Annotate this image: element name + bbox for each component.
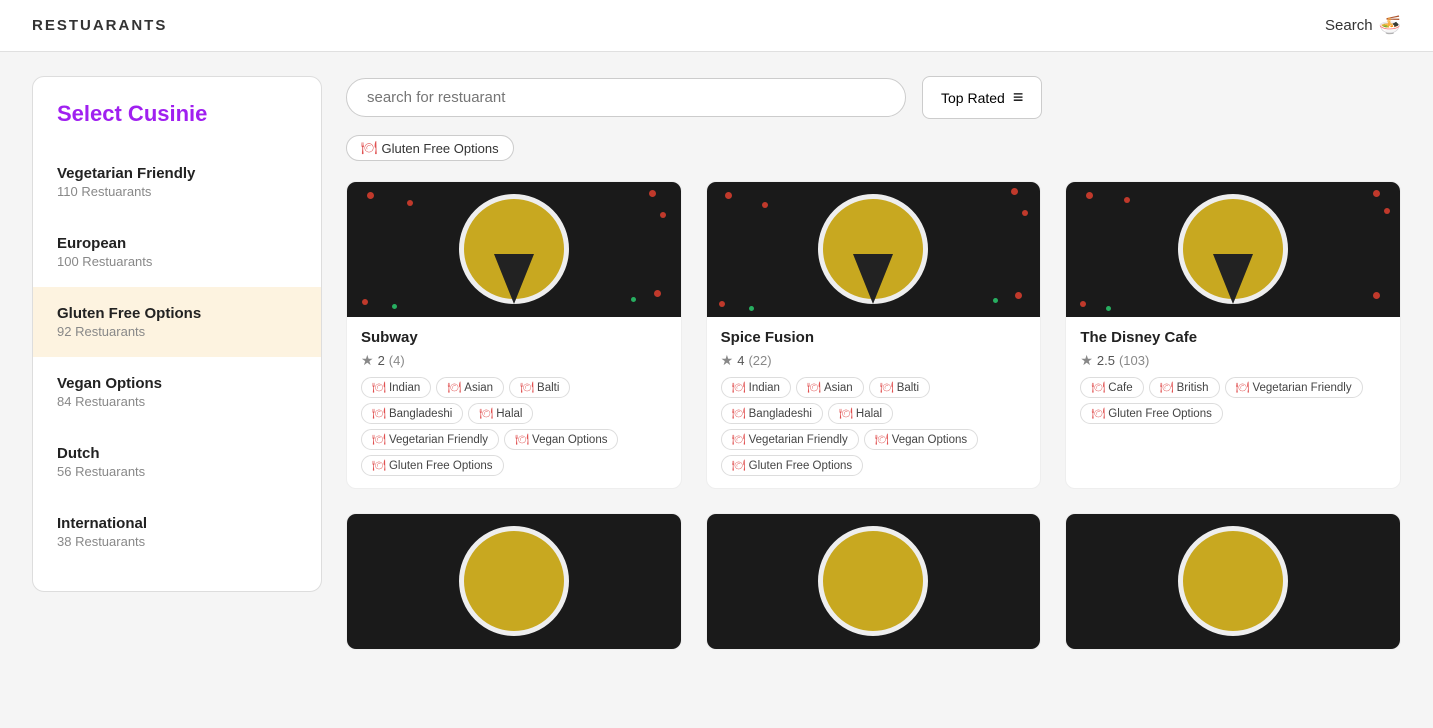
steam-icon: 🍜: [1379, 15, 1401, 36]
tag-indian[interactable]: 🍽Indian: [721, 377, 791, 398]
rating-count: (22): [748, 353, 771, 368]
tag-icon: 🍽: [732, 381, 746, 394]
restaurant-grid: Subway ★ 2 (4) 🍽Indian 🍽Asian 🍽Balti 🍽Ba…: [346, 181, 1401, 650]
tag-veg-friendly[interactable]: 🍽Vegetarian Friendly: [721, 429, 859, 450]
tag-icon: 🍽: [447, 381, 461, 394]
rating-count: (4): [389, 353, 405, 368]
sort-button[interactable]: Top Rated ≡: [922, 76, 1042, 119]
sidebar-item-international[interactable]: International 38 Restuarants: [33, 497, 321, 567]
restaurant-img-disney-cafe: [1066, 182, 1400, 317]
restaurant-img-bottom-1: [347, 514, 681, 649]
sidebar-item-gluten-free[interactable]: Gluten Free Options 92 Restuarants: [33, 287, 321, 357]
tag-bangladeshi[interactable]: 🍽Bangladeshi: [361, 403, 463, 424]
active-filter-tag[interactable]: 🍽 Gluten Free Options: [346, 135, 514, 161]
search-label: Search: [1325, 17, 1373, 34]
tag-icon: 🍽: [1236, 381, 1250, 394]
tag-icon: 🍽: [372, 381, 386, 394]
tag-icon: 🍽: [479, 407, 493, 420]
restaurant-card-spice-fusion[interactable]: Spice Fusion ★ 4 (22) 🍽Indian 🍽Asian 🍽Ba…: [706, 181, 1042, 489]
restaurant-card-subway[interactable]: Subway ★ 2 (4) 🍽Indian 🍽Asian 🍽Balti 🍽Ba…: [346, 181, 682, 489]
tag-bangladeshi[interactable]: 🍽Bangladeshi: [721, 403, 823, 424]
tag-halal[interactable]: 🍽Halal: [828, 403, 893, 424]
restaurant-name-disney-cafe: The Disney Cafe: [1080, 329, 1386, 346]
sidebar-item-european[interactable]: European 100 Restuarants: [33, 217, 321, 287]
tag-icon: 🍽: [1091, 381, 1105, 394]
sidebar-item-dutch[interactable]: Dutch 56 Restuarants: [33, 427, 321, 497]
tag-indian[interactable]: 🍽Indian: [361, 377, 431, 398]
rating-value: 2.5: [1097, 353, 1115, 368]
content-area: Top Rated ≡ 🍽 Gluten Free Options: [346, 76, 1401, 704]
sort-icon: ≡: [1013, 87, 1024, 108]
tag-balti[interactable]: 🍽Balti: [869, 377, 930, 398]
tag-icon: 🍽: [372, 459, 386, 472]
rating-value: 2: [378, 353, 385, 368]
restaurant-name-subway: Subway: [361, 329, 667, 346]
sort-label: Top Rated: [941, 90, 1005, 106]
restaurant-rating-disney-cafe: ★ 2.5 (103): [1080, 352, 1386, 369]
tag-icon: 🍽: [372, 407, 386, 420]
rating-value: 4: [737, 353, 744, 368]
tag-icon: 🍽: [875, 433, 889, 446]
tag-icon: 🍽: [1160, 381, 1174, 394]
star-icon: ★: [721, 352, 734, 369]
disney-cafe-tags: 🍽Cafe 🍽British 🍽Vegetarian Friendly 🍽Glu…: [1080, 377, 1386, 424]
filter-tag-icon: 🍽: [361, 140, 378, 156]
restaurant-info-spice-fusion: Spice Fusion ★ 4 (22) 🍽Indian 🍽Asian 🍽Ba…: [707, 317, 1041, 488]
tag-icon: 🍽: [515, 433, 529, 446]
filter-row: 🍽 Gluten Free Options: [346, 135, 1401, 161]
sidebar-heading: Select Cusinie: [33, 101, 321, 147]
tag-icon: 🍽: [732, 433, 746, 446]
tag-icon: 🍽: [372, 433, 386, 446]
tag-balti[interactable]: 🍽Balti: [509, 377, 570, 398]
restaurant-info-disney-cafe: The Disney Cafe ★ 2.5 (103) 🍽Cafe 🍽Briti…: [1066, 317, 1400, 436]
tag-icon: 🍽: [520, 381, 534, 394]
subway-tags: 🍽Indian 🍽Asian 🍽Balti 🍽Bangladeshi 🍽Hala…: [361, 377, 667, 476]
restaurant-img-spice-fusion: [707, 182, 1041, 317]
tag-icon: 🍽: [839, 407, 853, 420]
tag-gluten[interactable]: 🍽Gluten Free Options: [361, 455, 504, 476]
sidebar: Select Cusinie Vegetarian Friendly 110 R…: [32, 76, 322, 592]
restaurant-info-subway: Subway ★ 2 (4) 🍽Indian 🍽Asian 🍽Balti 🍽Ba…: [347, 317, 681, 488]
restaurant-rating-subway: ★ 2 (4): [361, 352, 667, 369]
restaurant-card-bottom-2[interactable]: [706, 513, 1042, 650]
restaurant-card-disney-cafe[interactable]: The Disney Cafe ★ 2.5 (103) 🍽Cafe 🍽Briti…: [1065, 181, 1401, 489]
restaurant-img-bottom-2: [707, 514, 1041, 649]
header-search-button[interactable]: Search 🍜: [1325, 15, 1401, 36]
restaurant-card-bottom-1[interactable]: [346, 513, 682, 650]
tag-icon: 🍽: [1091, 407, 1105, 420]
rating-count: (103): [1119, 353, 1149, 368]
tag-icon: 🍽: [807, 381, 821, 394]
star-icon: ★: [1080, 352, 1093, 369]
tag-icon: 🍽: [880, 381, 894, 394]
restaurant-img-bottom-3: [1066, 514, 1400, 649]
tag-asian[interactable]: 🍽Asian: [796, 377, 864, 398]
tag-vegan[interactable]: 🍽Vegan Options: [864, 429, 978, 450]
header: RESTUARANTS Search 🍜: [0, 0, 1433, 52]
restaurant-img-subway: [347, 182, 681, 317]
restaurant-card-bottom-3[interactable]: [1065, 513, 1401, 650]
sidebar-item-vegetarian[interactable]: Vegetarian Friendly 110 Restuarants: [33, 147, 321, 217]
tag-british[interactable]: 🍽British: [1149, 377, 1220, 398]
main-layout: Select Cusinie Vegetarian Friendly 110 R…: [0, 52, 1433, 728]
sidebar-item-vegan[interactable]: Vegan Options 84 Restuarants: [33, 357, 321, 427]
tag-gluten[interactable]: 🍽Gluten Free Options: [721, 455, 864, 476]
tag-gluten[interactable]: 🍽Gluten Free Options: [1080, 403, 1223, 424]
tag-veg-friendly[interactable]: 🍽Vegetarian Friendly: [1225, 377, 1363, 398]
spice-fusion-tags: 🍽Indian 🍽Asian 🍽Balti 🍽Bangladeshi 🍽Hala…: [721, 377, 1027, 476]
tag-asian[interactable]: 🍽Asian: [436, 377, 504, 398]
search-input[interactable]: [346, 78, 906, 117]
tag-halal[interactable]: 🍽Halal: [468, 403, 533, 424]
tag-vegan[interactable]: 🍽Vegan Options: [504, 429, 618, 450]
tag-icon: 🍽: [732, 407, 746, 420]
star-icon: ★: [361, 352, 374, 369]
restaurant-name-spice-fusion: Spice Fusion: [721, 329, 1027, 346]
tag-cafe[interactable]: 🍽Cafe: [1080, 377, 1143, 398]
tag-veg-friendly[interactable]: 🍽Vegetarian Friendly: [361, 429, 499, 450]
tag-icon: 🍽: [732, 459, 746, 472]
restaurant-rating-spice-fusion: ★ 4 (22): [721, 352, 1027, 369]
app-title: RESTUARANTS: [32, 17, 167, 34]
filter-tag-label: Gluten Free Options: [382, 141, 499, 156]
content-top-bar: Top Rated ≡: [346, 76, 1401, 119]
